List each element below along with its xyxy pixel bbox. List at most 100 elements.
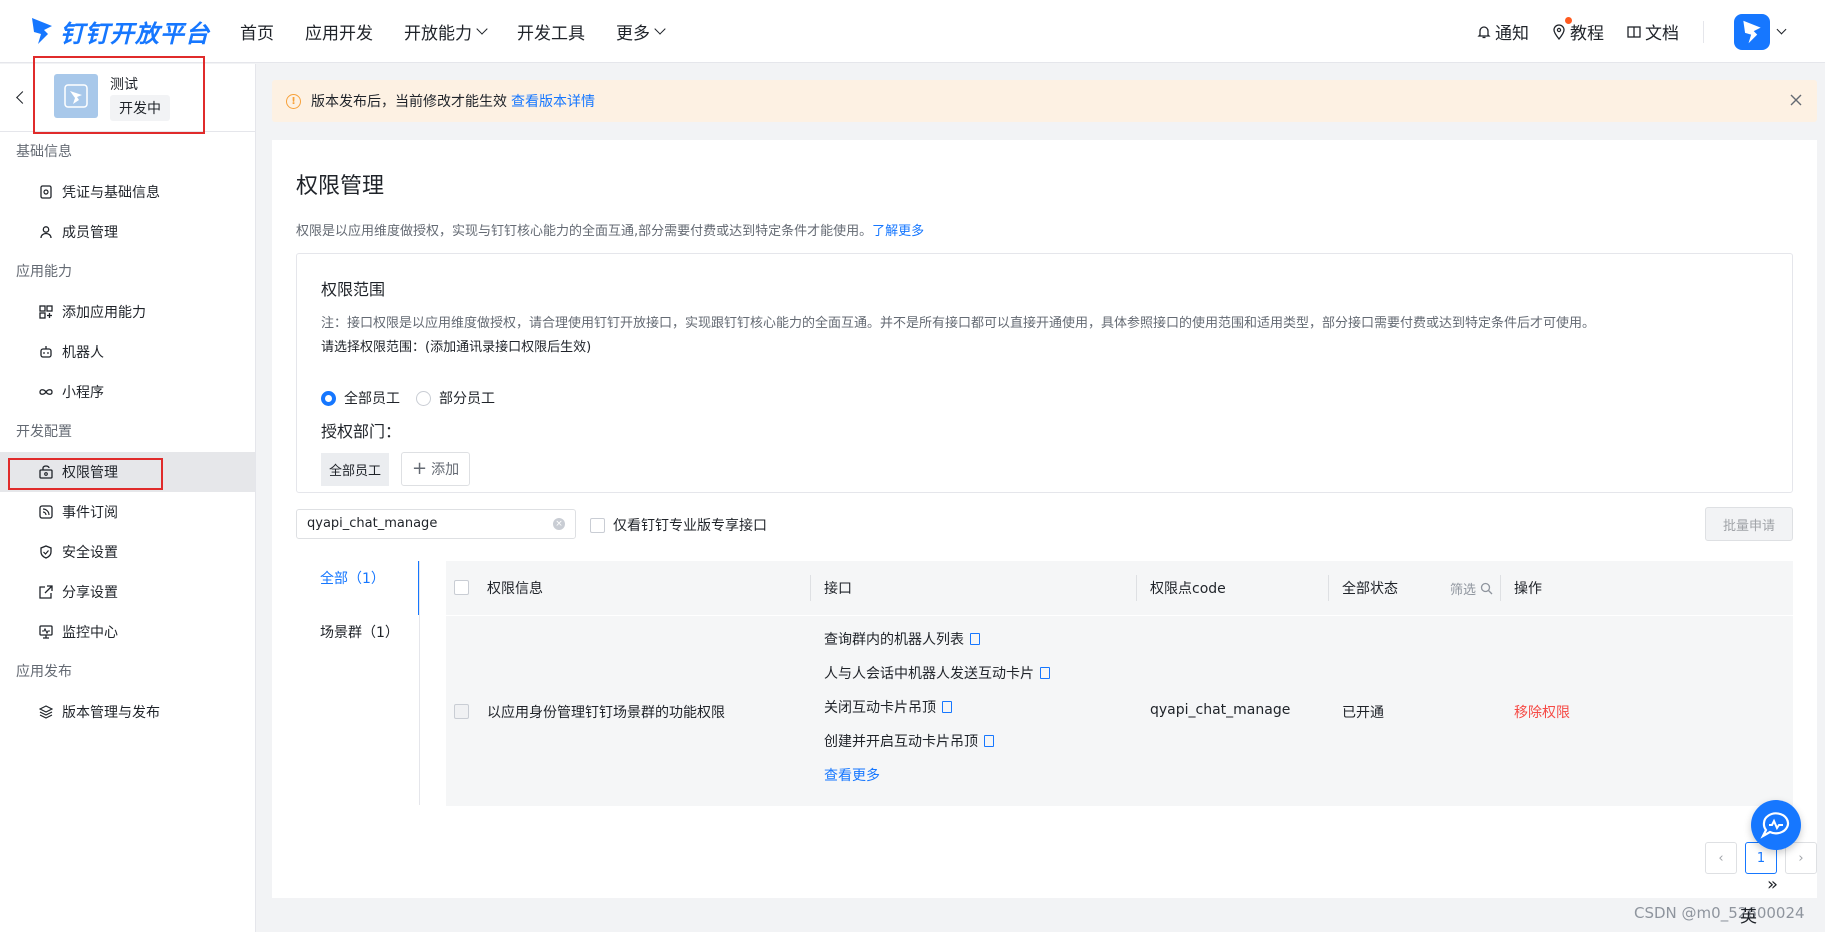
col-separator <box>810 575 811 601</box>
notify-button[interactable]: 通知 <box>1476 19 1529 44</box>
monitor-icon <box>38 624 54 640</box>
add-dept-button[interactable]: + 添加 <box>401 452 471 486</box>
prev-page-button[interactable]: ‹ <box>1705 842 1737 874</box>
sidebar-item-label: 版本管理与发布 <box>62 705 160 721</box>
sidebar-item-version-release[interactable]: 版本管理与发布 <box>0 692 255 732</box>
nav-more[interactable]: 更多 <box>616 19 666 44</box>
search-input[interactable]: qyapi_chat_manage × <box>296 509 576 539</box>
radio-all-employees[interactable]: 全部员工 <box>321 388 400 408</box>
api-item[interactable]: 关闭互动卡片吊顶 <box>824 690 1050 724</box>
credential-icon <box>38 184 54 200</box>
row-checkbox[interactable] <box>454 704 469 719</box>
api-name: 创建并开启互动卡片吊顶 <box>824 734 978 750</box>
sidebar-item-monitor[interactable]: 监控中心 <box>0 612 255 652</box>
top-nav-bar: 钉钉开放平台 首页 应用开发 开放能力 开发工具 更多 通知 教程 文档 <box>0 0 1825 63</box>
radio-label: 部分员工 <box>439 391 495 407</box>
sidebar-item-label: 安全设置 <box>62 545 118 561</box>
radio-label: 全部员工 <box>344 391 400 407</box>
sidebar-item-security[interactable]: 安全设置 <box>0 532 255 572</box>
header-code: 权限点code <box>1150 581 1226 597</box>
api-item[interactable]: 查询群内的机器人列表 <box>824 622 1050 656</box>
document-icon <box>984 735 994 747</box>
main-nav: 首页 应用开发 开放能力 开发工具 更多 <box>240 19 695 44</box>
logo[interactable]: 钉钉开放平台 <box>30 14 210 49</box>
api-name: 关闭互动卡片吊顶 <box>824 700 936 716</box>
sidebar-item-robot[interactable]: 机器人 <box>0 332 255 372</box>
remove-permission-link[interactable]: 移除权限 <box>1514 702 1570 722</box>
tab-scene-group[interactable]: 场景群（1） <box>296 615 420 669</box>
document-icon <box>942 701 952 713</box>
notice-bar: ! 版本发布后，当前修改才能生效 查看版本详情 <box>272 80 1817 122</box>
dingtalk-avatar-icon <box>1743 20 1761 43</box>
select-all-checkbox[interactable] <box>454 580 469 595</box>
plus-icon: + <box>412 458 428 479</box>
close-icon[interactable] <box>1789 93 1803 107</box>
top-right-actions: 通知 教程 文档 <box>1454 0 1787 63</box>
api-name: 人与人会话中机器人发送互动卡片 <box>824 666 1034 682</box>
unread-dot <box>1565 17 1572 24</box>
sidebar-item-credentials[interactable]: 凭证与基础信息 <box>0 172 255 212</box>
sidebar-item-add-capability[interactable]: 添加应用能力 <box>0 292 255 332</box>
clear-icon[interactable]: × <box>553 518 565 530</box>
main-content: ! 版本发布后，当前修改才能生效 查看版本详情 权限管理 权限是以应用维度做授权… <box>272 80 1817 898</box>
sidebar-item-mini-program[interactable]: 小程序 <box>0 372 255 412</box>
dingtalk-logo-icon <box>32 18 52 44</box>
back-arrow-icon[interactable] <box>16 91 29 104</box>
view-more-link[interactable]: 查看更多 <box>824 758 1050 792</box>
document-icon <box>970 633 980 645</box>
scope-note: 注：接口权限是以应用维度做授权，请合理使用钉钉开放接口，实现跟钉钉核心能力的全面… <box>321 316 1596 331</box>
col-separator <box>1328 575 1329 601</box>
view-version-link[interactable]: 查看版本详情 <box>511 91 595 111</box>
robot-icon <box>38 344 54 360</box>
tab-all[interactable]: 全部（1） <box>296 561 420 615</box>
nav-dev-tools-label: 开发工具 <box>517 23 585 44</box>
search-value: qyapi_chat_manage <box>307 516 438 531</box>
pagination: ‹ 1 › <box>1697 842 1817 874</box>
shield-icon <box>38 544 54 560</box>
api-item[interactable]: 创建并开启互动卡片吊顶 <box>824 724 1050 758</box>
nav-home[interactable]: 首页 <box>240 19 274 44</box>
page-desc-text: 权限是以应用维度做授权，实现与钉钉核心能力的全面互通,部分需要付费或达到特定条件… <box>296 224 873 239</box>
layers-icon <box>38 704 54 720</box>
double-chevron-right-icon[interactable]: » <box>1767 874 1778 895</box>
nav-dev-tools[interactable]: 开发工具 <box>517 19 585 44</box>
notify-label: 通知 <box>1495 24 1529 44</box>
annotation-box-app <box>33 56 205 134</box>
tutorial-label: 教程 <box>1570 24 1604 44</box>
docs-button[interactable]: 文档 <box>1626 19 1679 44</box>
share-icon <box>38 584 54 600</box>
ime-indicator: 英 <box>1740 907 1757 927</box>
section-app-release: 应用发布 <box>16 664 72 680</box>
user-icon <box>38 224 54 240</box>
nav-home-label: 首页 <box>240 23 274 44</box>
tutorial-button[interactable]: 教程 <box>1551 17 1604 44</box>
nav-app-dev[interactable]: 应用开发 <box>305 19 373 44</box>
sidebar-item-label: 机器人 <box>62 345 104 361</box>
row-permission-info: 以应用身份管理钉钉场景群的功能权限 <box>487 705 725 721</box>
sidebar-item-members[interactable]: 成员管理 <box>0 212 255 252</box>
col-separator <box>1136 575 1137 601</box>
sidebar-item-event-subscription[interactable]: 事件订阅 <box>0 492 255 532</box>
nav-open-capability[interactable]: 开放能力 <box>404 19 488 44</box>
search-icon <box>1480 582 1493 594</box>
learn-more-link[interactable]: 了解更多 <box>872 224 924 239</box>
radio-partial-employees[interactable]: 部分员工 <box>416 388 495 408</box>
batch-apply-button[interactable]: 批量申请 <box>1705 507 1793 541</box>
api-item[interactable]: 人与人会话中机器人发送互动卡片 <box>824 656 1050 690</box>
pro-only-checkbox[interactable]: 仅看钉钉专业版专享接口 <box>590 515 767 535</box>
add-label: 添加 <box>431 462 460 478</box>
filter-row: qyapi_chat_manage × 仅看钉钉专业版专享接口 批量申请 <box>296 507 1793 543</box>
header-status: 全部状态 <box>1342 581 1398 597</box>
sidebar-item-share[interactable]: 分享设置 <box>0 572 255 612</box>
docs-label: 文档 <box>1645 24 1679 44</box>
assistant-float-button[interactable] <box>1751 800 1801 850</box>
scope-select-hint: 请选择权限范围：(添加通讯录接口权限后生效) <box>321 340 592 355</box>
chevron-down-icon[interactable] <box>1776 24 1787 35</box>
scope-title: 权限范围 <box>321 280 386 299</box>
avatar[interactable] <box>1734 13 1770 50</box>
nav-more-label: 更多 <box>616 23 650 44</box>
filter-button[interactable]: 筛选 <box>1450 579 1493 598</box>
row-code: qyapi_chat_manage <box>1150 702 1291 718</box>
next-page-button[interactable]: › <box>1785 842 1817 874</box>
scope-radio-group: 全部员工 部分员工 <box>321 388 1768 408</box>
